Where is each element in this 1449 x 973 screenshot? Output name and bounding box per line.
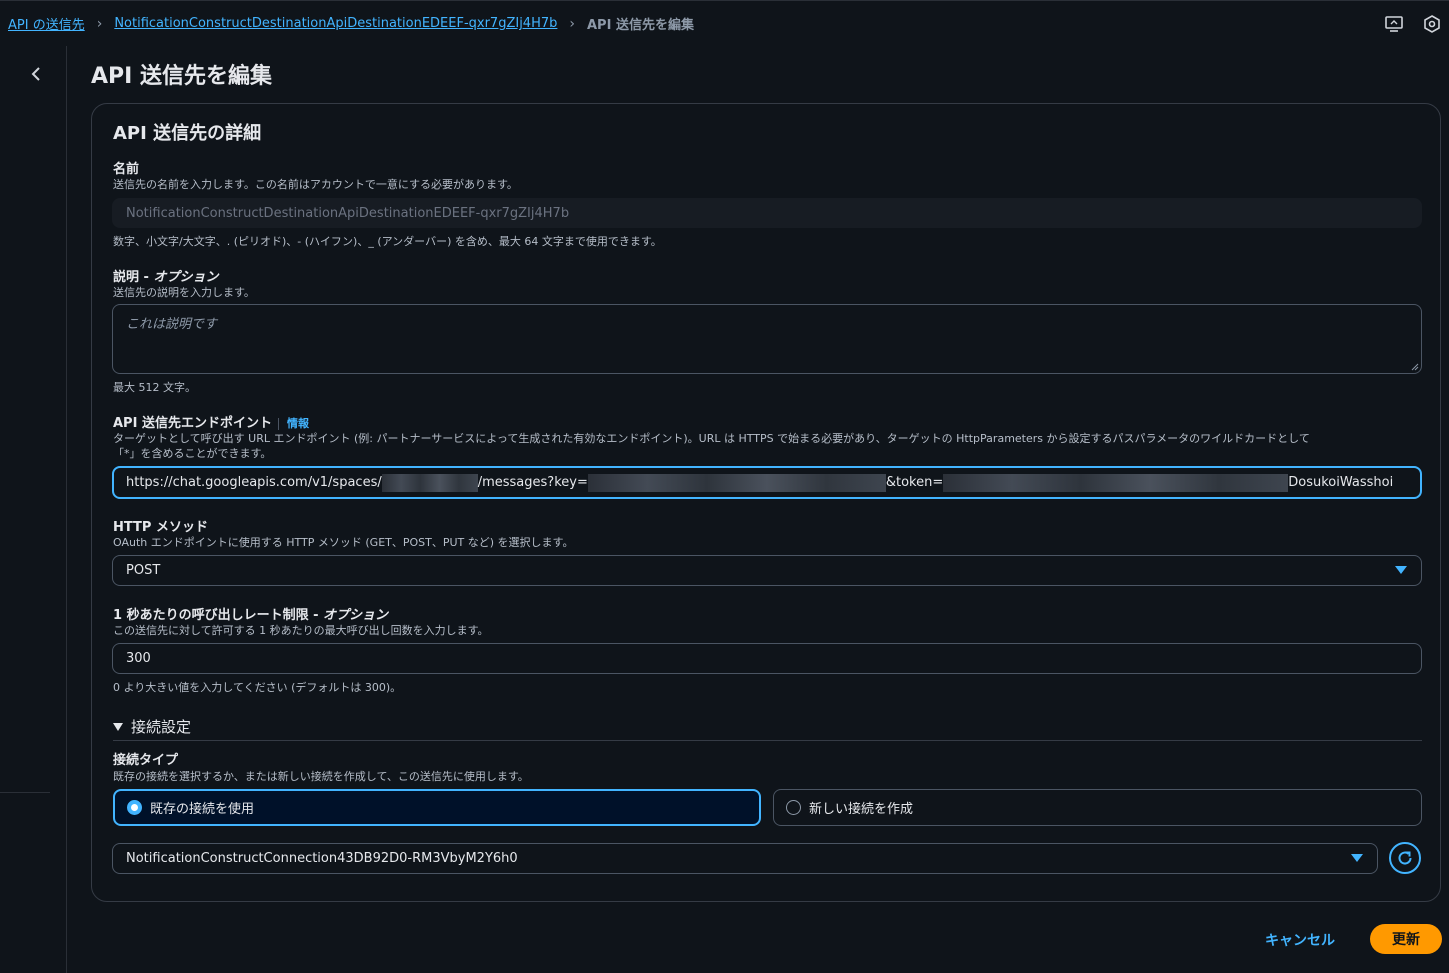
name-input: NotificationConstructDestinationApiDesti… xyxy=(112,198,1422,228)
caret-down-icon xyxy=(1395,566,1407,574)
endpoint-description-line1: ターゲットとして呼び出す URL エンドポイント (例: パートナーサービスによ… xyxy=(113,432,1310,445)
caret-down-icon xyxy=(1351,854,1363,862)
radio-use-existing-connection[interactable]: 既存の接続を使用 xyxy=(113,789,761,826)
connection-type-label: 接続タイプ xyxy=(113,753,179,768)
endpoint-value-part3: &token= xyxy=(885,475,944,490)
name-description: 送信先の名前を入力します。この名前はアカウントで一意にする必要があります。 xyxy=(113,178,518,191)
divider xyxy=(277,417,279,430)
chevron-right-icon: › xyxy=(96,15,103,32)
endpoint-label-text: API 送信先エンドポイント xyxy=(113,416,272,431)
http-method-label: HTTP メソッド xyxy=(113,520,208,535)
caret-down-icon xyxy=(113,722,123,731)
divider xyxy=(113,740,1422,741)
top-icons xyxy=(1383,13,1443,35)
breadcrumb-current: API 送信先を編集 xyxy=(587,18,694,33)
connection-section-toggle[interactable]: 接続設定 xyxy=(113,716,191,737)
option-existing-label: 既存の接続を使用 xyxy=(150,802,255,817)
screen-icon[interactable] xyxy=(1383,13,1405,35)
connection-select-value: NotificationConstructConnection43DB92D0-… xyxy=(126,851,518,866)
rate-limit-input[interactable]: 300 xyxy=(112,643,1422,674)
http-method-select[interactable]: POST xyxy=(112,555,1422,586)
radio-selected-icon xyxy=(127,800,142,815)
description-help: 送信先の説明を入力します。 xyxy=(113,286,255,299)
side-navigation xyxy=(0,46,67,973)
description-label-text: 説明 - xyxy=(113,270,154,285)
redacted-segment xyxy=(381,473,478,492)
info-link[interactable]: 情報 xyxy=(287,417,309,430)
connection-section-title: 接続設定 xyxy=(131,718,192,736)
settings-hexagon-icon[interactable] xyxy=(1421,13,1443,35)
breadcrumb-link-destination[interactable]: NotificationConstructDestinationApiDesti… xyxy=(114,16,557,31)
http-method-description: OAuth エンドポイントに使用する HTTP メソッド (GET、POST、P… xyxy=(113,536,574,549)
connection-select[interactable]: NotificationConstructConnection43DB92D0-… xyxy=(112,843,1378,874)
rate-limit-label: 1 秒あたりの呼び出しレート制限 - オプション xyxy=(113,604,388,623)
radio-unselected-icon xyxy=(786,800,801,815)
chevron-left-icon[interactable] xyxy=(26,64,46,84)
refresh-button[interactable] xyxy=(1389,842,1421,874)
page-title: API 送信先を編集 xyxy=(91,64,272,89)
description-label: 説明 - オプション xyxy=(113,266,218,285)
connection-type-description: 既存の接続を選択するか、または新しい接続を作成して、この送信先に使用します。 xyxy=(113,770,529,783)
rate-limit-label-text: 1 秒あたりの呼び出しレート制限 - xyxy=(113,608,324,623)
endpoint-input[interactable]: https://chat.googleapis.com/v1/spaces/ /… xyxy=(112,466,1422,499)
resize-handle-icon[interactable] xyxy=(1411,363,1419,371)
optional-tag: オプション xyxy=(153,270,219,285)
radio-create-new-connection[interactable]: 新しい接続を作成 xyxy=(773,789,1422,826)
endpoint-value-part4: DosukoiWasshoi xyxy=(1288,475,1394,490)
cancel-button[interactable]: キャンセル xyxy=(1265,930,1335,950)
optional-tag: オプション xyxy=(323,608,389,623)
description-constraint: 最大 512 文字。 xyxy=(113,381,196,394)
divider xyxy=(0,792,50,793)
chevron-right-icon: › xyxy=(569,15,575,32)
http-method-value: POST xyxy=(126,563,161,578)
redacted-segment xyxy=(587,473,886,492)
breadcrumb-link-destinations[interactable]: API の送信先 xyxy=(8,14,85,33)
endpoint-description-line2: 「*」を含めることができます。 xyxy=(113,447,272,460)
redacted-segment xyxy=(943,473,1289,492)
rate-limit-constraint: 0 より大きい値を入力してください (デフォルトは 300)。 xyxy=(113,681,402,694)
endpoint-value-part2: /messages?key= xyxy=(477,475,588,490)
rate-limit-description: この送信先に対して許可する 1 秒あたりの最大呼び出し回数を入力します。 xyxy=(113,624,489,637)
refresh-icon xyxy=(1398,851,1412,865)
option-new-label: 新しい接続を作成 xyxy=(809,802,914,817)
name-label: 名前 xyxy=(113,162,140,177)
endpoint-label: API 送信先エンドポイント 情報 xyxy=(113,412,309,431)
update-button[interactable]: 更新 xyxy=(1370,924,1442,954)
name-constraint: 数字、小文字/大文字、. (ピリオド)、- (ハイフン)、_ (アンダーバー) … xyxy=(113,235,662,248)
breadcrumb: API の送信先 › NotificationConstructDestinat… xyxy=(0,0,1449,46)
card-title: API 送信先の詳細 xyxy=(113,123,262,144)
description-placeholder: これは説明です xyxy=(126,317,218,332)
endpoint-value-part1: https://chat.googleapis.com/v1/spaces/ xyxy=(126,475,382,490)
description-textarea[interactable]: これは説明です xyxy=(112,304,1422,374)
destination-details-card: API 送信先の詳細 名前 送信先の名前を入力します。この名前はアカウントで一意… xyxy=(91,103,1441,902)
